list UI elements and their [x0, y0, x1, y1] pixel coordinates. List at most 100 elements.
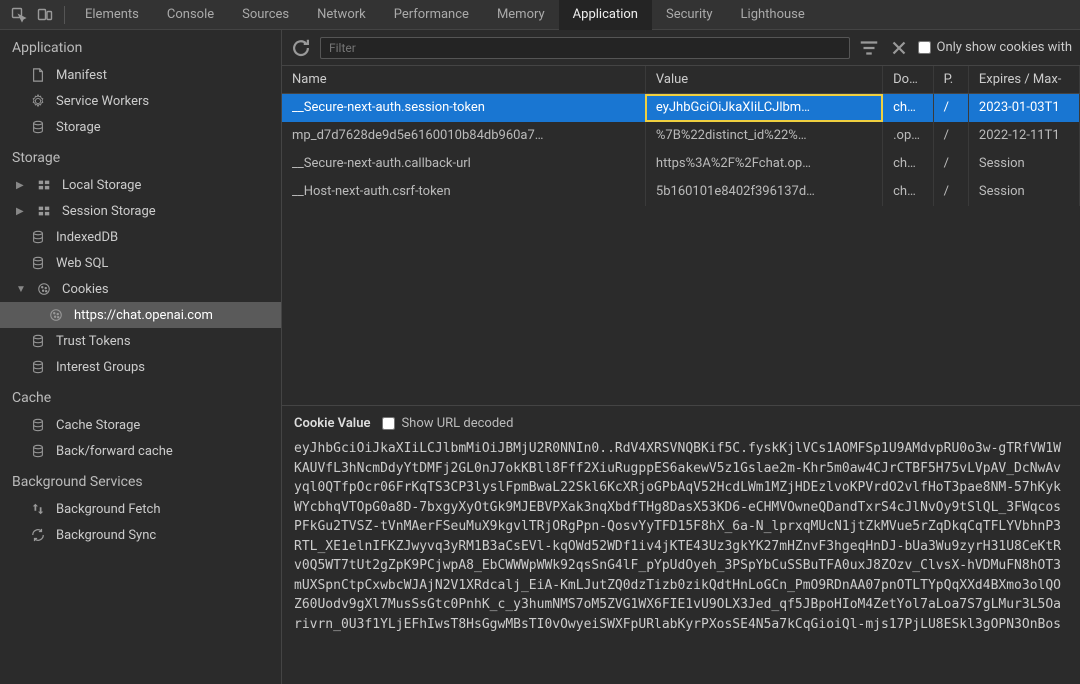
filter-options-icon[interactable]: [858, 37, 880, 59]
sidebar-item-label: Manifest: [56, 68, 107, 83]
cell-expires: Session: [968, 178, 1079, 206]
table-row[interactable]: __Host-next-auth.csrf-token5b160101e8402…: [282, 178, 1080, 206]
sidebar-item-label: Cache Storage: [56, 418, 140, 433]
cell-domain: cha…: [883, 178, 933, 206]
sidebar-item-indexeddb[interactable]: IndexedDB: [0, 224, 281, 250]
only-show-cookies-label: Only show cookies with: [937, 40, 1073, 55]
sidebar-item-service-workers[interactable]: Service Workers: [0, 88, 281, 114]
devtools-tab-bar: ElementsConsoleSourcesNetworkPerformance…: [0, 0, 1080, 30]
sidebar-item-web-sql[interactable]: Web SQL: [0, 250, 281, 276]
cell-value: 5b160101e8402f396137d…: [645, 178, 882, 206]
sidebar-item-session-storage[interactable]: ▶ Session Storage: [0, 198, 281, 224]
file-icon: [30, 67, 46, 83]
cell-value: eyJhbGciOiJkaXIiLCJlbm…: [645, 94, 882, 122]
sidebar-item-label: Background Sync: [56, 528, 156, 543]
sidebar-item-cookies[interactable]: ▼Cookies: [0, 276, 281, 302]
clear-icon[interactable]: [888, 37, 910, 59]
grid-icon: [36, 177, 52, 193]
cell-value: %7B%22distinct_id%22%…: [645, 122, 882, 150]
cell-name: __Secure-next-auth.session-token: [282, 94, 645, 122]
cell-name: mp_d7d7628de9d5e6160010b84db960a7…: [282, 122, 645, 150]
cell-value: https%3A%2F%2Fchat.op…: [645, 150, 882, 178]
cell-name: __Host-next-auth.csrf-token: [282, 178, 645, 206]
cookies-table-wrapper: Name Value Do… P. Expires / Max- __Secur…: [282, 66, 1080, 406]
col-header-path[interactable]: P.: [933, 66, 968, 94]
sidebar-item-cache-storage[interactable]: Cache Storage: [0, 412, 281, 438]
cell-path: /: [933, 178, 968, 206]
application-sidebar: Application Manifest Service Workers Storag…: [0, 30, 282, 684]
sidebar-item-label: https://chat.openai.com: [74, 308, 213, 323]
updown-icon: [30, 501, 46, 517]
cell-path: /: [933, 150, 968, 178]
tab-elements[interactable]: Elements: [71, 0, 153, 30]
sidebar-item-label: Service Workers: [56, 94, 149, 109]
cell-domain: .op…: [883, 122, 933, 150]
sidebar-section-title: Application: [0, 30, 281, 62]
col-header-value[interactable]: Value: [645, 66, 882, 94]
device-toolbar-icon[interactable]: [32, 2, 58, 28]
cell-path: /: [933, 94, 968, 122]
cookie-value-title: Cookie Value: [294, 416, 370, 431]
cell-expires: 2023-01-03T1: [968, 94, 1079, 122]
gear-icon: [30, 93, 46, 109]
cell-domain: cha…: [883, 94, 933, 122]
cell-expires: 2022-12-11T1: [968, 122, 1079, 150]
db-icon: [30, 417, 46, 433]
sidebar-item-label: Interest Groups: [56, 360, 145, 375]
db-icon: [30, 333, 46, 349]
db-icon: [30, 119, 46, 135]
expand-arrow-icon: ▶: [16, 206, 26, 217]
filter-input[interactable]: [320, 37, 850, 59]
sidebar-item-back-forward-cache[interactable]: Back/forward cache: [0, 438, 281, 464]
sidebar-item-label: IndexedDB: [56, 230, 118, 245]
tab-performance[interactable]: Performance: [380, 0, 483, 30]
tab-console[interactable]: Console: [153, 0, 228, 30]
sidebar-item-label: Background Fetch: [56, 502, 161, 517]
show-url-decoded-checkbox[interactable]: Show URL decoded: [382, 416, 513, 431]
cookie-icon: [48, 307, 64, 323]
sidebar-item-label: Back/forward cache: [56, 444, 173, 459]
col-header-name[interactable]: Name: [282, 66, 645, 94]
inspect-element-icon[interactable]: [6, 2, 32, 28]
tab-application[interactable]: Application: [559, 0, 652, 30]
cell-expires: Session: [968, 150, 1079, 178]
refresh-icon[interactable]: [290, 37, 312, 59]
sidebar-item-background-fetch[interactable]: Background Fetch: [0, 496, 281, 522]
expand-arrow-icon: ▶: [16, 180, 26, 191]
sidebar-item-manifest[interactable]: Manifest: [0, 62, 281, 88]
sidebar-item-label: Web SQL: [56, 256, 108, 271]
cookie-detail-pane: Cookie Value Show URL decoded eyJhbGciOi…: [282, 406, 1080, 684]
sidebar-item-background-sync[interactable]: Background Sync: [0, 522, 281, 548]
db-icon: [30, 443, 46, 459]
table-row[interactable]: __Secure-next-auth.session-tokeneyJhbGci…: [282, 94, 1080, 122]
table-row[interactable]: mp_d7d7628de9d5e6160010b84db960a7…%7B%22…: [282, 122, 1080, 150]
sidebar-item-trust-tokens[interactable]: Trust Tokens: [0, 328, 281, 354]
tab-lighthouse[interactable]: Lighthouse: [727, 0, 819, 30]
tab-network[interactable]: Network: [303, 0, 380, 30]
cell-path: /: [933, 122, 968, 150]
tab-memory[interactable]: Memory: [483, 0, 559, 30]
sidebar-item-label: Local Storage: [62, 178, 141, 193]
cookie-icon: [36, 281, 52, 297]
table-row[interactable]: __Secure-next-auth.callback-urlhttps%3A%…: [282, 150, 1080, 178]
sidebar-item-label: Session Storage: [62, 204, 156, 219]
only-show-cookies-checkbox[interactable]: Only show cookies with: [918, 40, 1073, 55]
sidebar-item-storage[interactable]: Storage: [0, 114, 281, 140]
cell-domain: cha…: [883, 150, 933, 178]
sidebar-item-label: Trust Tokens: [56, 334, 131, 349]
tab-security[interactable]: Security: [652, 0, 727, 30]
sidebar-item-https-chat-openai-com[interactable]: https://chat.openai.com: [0, 302, 281, 328]
sidebar-section-title: Background Services: [0, 464, 281, 496]
cookie-value-text[interactable]: eyJhbGciOiJkaXIiLCJlbmMiOiJBMjU2R0NNIn0.…: [294, 439, 1068, 634]
expand-arrow-icon: ▼: [16, 284, 26, 295]
sidebar-item-label: Storage: [56, 120, 101, 135]
show-url-decoded-label: Show URL decoded: [401, 416, 513, 431]
sidebar-item-interest-groups[interactable]: Interest Groups: [0, 354, 281, 380]
db-icon: [30, 229, 46, 245]
grid-icon: [36, 203, 52, 219]
sync-icon: [30, 527, 46, 543]
sidebar-item-local-storage[interactable]: ▶ Local Storage: [0, 172, 281, 198]
col-header-expires[interactable]: Expires / Max-: [968, 66, 1079, 94]
tab-sources[interactable]: Sources: [228, 0, 303, 30]
col-header-domain[interactable]: Do…: [883, 66, 933, 94]
